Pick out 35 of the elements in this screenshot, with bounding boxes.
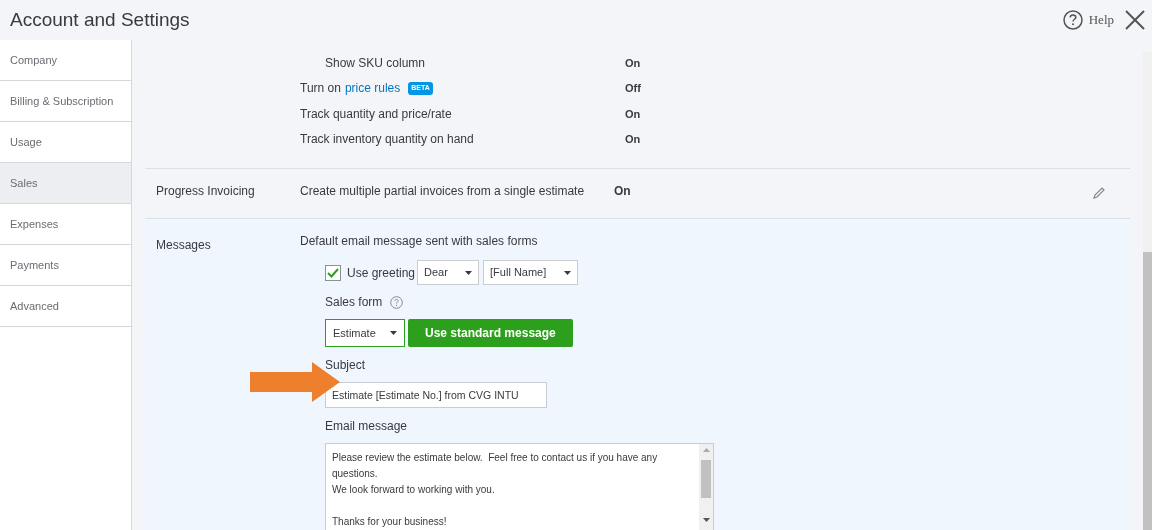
setting-description: Show SKU column <box>325 54 426 72</box>
use-standard-message-button[interactable]: Use standard message <box>408 319 573 347</box>
section-label: Messages <box>156 238 211 252</box>
setting-description: Turn on <box>300 80 341 98</box>
name-format-dropdown[interactable]: [Full Name] <box>483 260 579 285</box>
setting-value: On <box>625 55 641 71</box>
setting-value: On <box>625 106 641 122</box>
greeting-dropdown[interactable]: Dear <box>417 260 480 285</box>
help-button[interactable]: Help <box>1062 10 1114 30</box>
section-label: Progress Invoicing <box>155 183 256 200</box>
scrollbar[interactable] <box>1143 52 1152 530</box>
setting-description: Track quantity and price/rate <box>300 105 452 123</box>
subject-field[interactable]: Estimate [Estimate No.] from CVG INTU <box>325 382 547 408</box>
setting-value: On <box>614 183 631 200</box>
caret-icon <box>465 270 473 275</box>
close-icon[interactable] <box>1124 9 1146 31</box>
caret-icon <box>390 331 397 335</box>
greeting-checkbox[interactable] <box>325 264 341 281</box>
checkbox-label: Use greeting <box>347 264 416 282</box>
setting-description: Track inventory quantity on hand <box>300 131 474 149</box>
setting-description: Create multiple partial invoices from a single estimate <box>300 183 586 200</box>
field-label: Sales form <box>325 294 383 311</box>
caret-icon <box>564 270 572 275</box>
setting-value: On <box>625 132 641 147</box>
field-label: Email message <box>325 418 409 435</box>
price-rules-link[interactable]: price rules <box>344 79 401 98</box>
sales-form-dropdown[interactable]: Estimate <box>325 319 405 347</box>
help-icon <box>1062 10 1083 30</box>
field-label: Subject <box>325 357 367 374</box>
setting-value: Off <box>625 81 641 96</box>
setting-description: Default email message sent with sales forms <box>300 233 539 250</box>
pencil-icon[interactable] <box>1092 186 1106 200</box>
window-title: Account and Settings <box>10 7 190 32</box>
help-icon[interactable] <box>390 295 404 309</box>
sidebar-item[interactable]: Sales <box>0 163 131 204</box>
